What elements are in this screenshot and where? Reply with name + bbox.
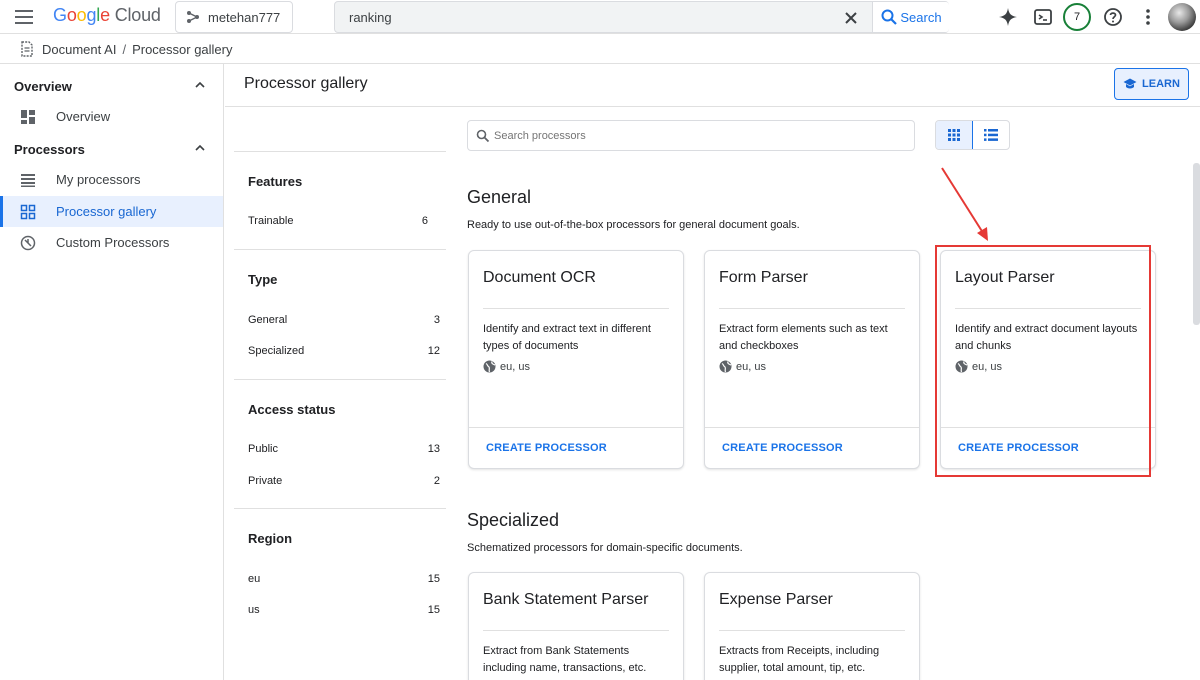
- help-icon[interactable]: [1101, 5, 1125, 29]
- filter-divider: [234, 249, 446, 250]
- section-desc-general: Ready to use out-of-the-box processors f…: [467, 219, 800, 231]
- nav-section-overview[interactable]: Overview: [0, 71, 224, 101]
- global-search: Search: [334, 1, 949, 33]
- card-divider: [483, 308, 669, 309]
- filter-divider: [234, 508, 446, 509]
- globe-icon: [483, 360, 496, 373]
- gemini-sparkle-icon[interactable]: [996, 5, 1020, 29]
- page-title: Processor gallery: [244, 75, 368, 92]
- search-button[interactable]: Search: [872, 2, 949, 32]
- grid-icon: [20, 204, 36, 220]
- left-navigation: Overview Overview Processors My processo…: [0, 64, 224, 680]
- user-avatar[interactable]: [1168, 3, 1196, 31]
- search-icon: [881, 9, 898, 25]
- project-name: metehan777: [208, 9, 281, 25]
- breadcrumb-document-ai[interactable]: Document AI: [42, 42, 116, 57]
- main-menu-icon[interactable]: [12, 6, 36, 28]
- card-description: Extract from Bank Statements including n…: [483, 645, 647, 674]
- create-processor-button[interactable]: CREATE PROCESSOR: [722, 442, 843, 454]
- processor-card-document-ocr[interactable]: Document OCR Identify and extract text i…: [468, 250, 684, 469]
- global-search-input[interactable]: [349, 2, 829, 32]
- chevron-up-icon: [195, 81, 205, 88]
- school-icon: [1123, 78, 1137, 89]
- filter-title-access-status: Access status: [248, 402, 336, 417]
- filter-option-general[interactable]: General 3: [248, 310, 440, 330]
- notifications-badge[interactable]: 7: [1063, 3, 1091, 31]
- section-desc-specialized: Schematized processors for domain-specif…: [467, 542, 743, 554]
- page-header: Processor gallery LEARN: [225, 64, 1200, 107]
- project-picker[interactable]: metehan777: [175, 1, 293, 33]
- list-view-button[interactable]: [973, 121, 1009, 149]
- breadcrumb-processor-gallery[interactable]: Processor gallery: [132, 42, 232, 57]
- search-processors-input[interactable]: [494, 121, 894, 150]
- grid-view-icon: [948, 129, 960, 141]
- dashboard-icon: [21, 110, 35, 124]
- top-app-bar: Google Cloud metehan777 Search 7: [0, 0, 1200, 34]
- search-icon: [476, 129, 490, 143]
- custom-processor-icon: [20, 235, 36, 251]
- card-title: Bank Statement Parser: [483, 591, 649, 608]
- filter-title-type: Type: [248, 272, 278, 287]
- card-title: Expense Parser: [719, 591, 833, 608]
- filter-divider: [234, 379, 446, 380]
- filter-option-eu[interactable]: eu 15: [248, 569, 440, 589]
- card-divider: [719, 630, 905, 631]
- sidebar-item-custom-processors[interactable]: Custom Processors: [0, 227, 223, 258]
- sidebar-item-processor-gallery[interactable]: Processor gallery: [0, 196, 223, 227]
- more-options-icon[interactable]: [1136, 5, 1160, 29]
- card-divider: [719, 308, 905, 309]
- card-description: Identify and extract text in different t…: [483, 323, 651, 352]
- create-processor-button[interactable]: CREATE PROCESSOR: [486, 442, 607, 454]
- processor-card-form-parser[interactable]: Form Parser Extract form elements such a…: [704, 250, 920, 469]
- filter-divider: [234, 151, 446, 152]
- sidebar-item-my-processors[interactable]: My processors: [0, 164, 223, 195]
- document-ai-icon: [21, 41, 33, 57]
- section-title-general: General: [467, 187, 532, 207]
- filter-option-private[interactable]: Private 2: [248, 471, 440, 491]
- nav-section-processors[interactable]: Processors: [0, 134, 224, 164]
- card-regions: eu, us: [719, 360, 766, 373]
- card-regions: eu, us: [483, 360, 530, 373]
- section-title-specialized: Specialized: [467, 510, 560, 530]
- filters-panel: Features Trainable 6 Type General 3 Specia…: [234, 107, 446, 680]
- annotation-arrow-icon: [941, 167, 988, 241]
- search-processors: [467, 120, 915, 151]
- card-title: Document OCR: [483, 269, 596, 286]
- scrollbar-thumb[interactable]: [1193, 163, 1200, 325]
- filter-title-features: Features: [248, 174, 303, 189]
- learn-button[interactable]: LEARN: [1114, 68, 1189, 100]
- card-divider: [705, 427, 919, 428]
- filter-option-trainable[interactable]: Trainable 6: [248, 211, 428, 231]
- card-divider: [483, 630, 669, 631]
- filter-option-us[interactable]: us 15: [248, 600, 440, 620]
- google-cloud-logo[interactable]: Google Cloud: [53, 5, 161, 26]
- view-toggle: [935, 120, 1010, 150]
- breadcrumb: Document AI / Processor gallery: [0, 35, 1200, 64]
- filter-title-region: Region: [248, 531, 293, 546]
- project-hub-icon: [187, 11, 199, 23]
- chevron-up-icon: [195, 144, 205, 151]
- card-description: Extracts from Receipts, including suppli…: [719, 645, 880, 674]
- processor-card-bank-statement-parser[interactable]: Bank Statement Parser Extract from Bank …: [468, 572, 684, 680]
- highlight-annotation-box: [935, 245, 1151, 477]
- card-divider: [469, 427, 683, 428]
- clear-search-icon[interactable]: [841, 8, 861, 28]
- filter-option-public[interactable]: Public 13: [248, 439, 440, 459]
- list-icon: [21, 174, 35, 187]
- globe-icon: [719, 360, 732, 373]
- card-description: Extract form elements such as text and c…: [719, 323, 888, 352]
- grid-view-button[interactable]: [936, 121, 973, 149]
- list-view-icon: [984, 129, 998, 141]
- card-title: Form Parser: [719, 269, 808, 286]
- processor-card-expense-parser[interactable]: Expense Parser Extracts from Receipts, i…: [704, 572, 920, 680]
- filter-option-specialized[interactable]: Specialized 12: [248, 341, 440, 361]
- sidebar-item-overview[interactable]: Overview: [0, 101, 223, 132]
- breadcrumb-separator: /: [122, 41, 127, 57]
- cloud-shell-terminal-icon[interactable]: [1031, 5, 1055, 29]
